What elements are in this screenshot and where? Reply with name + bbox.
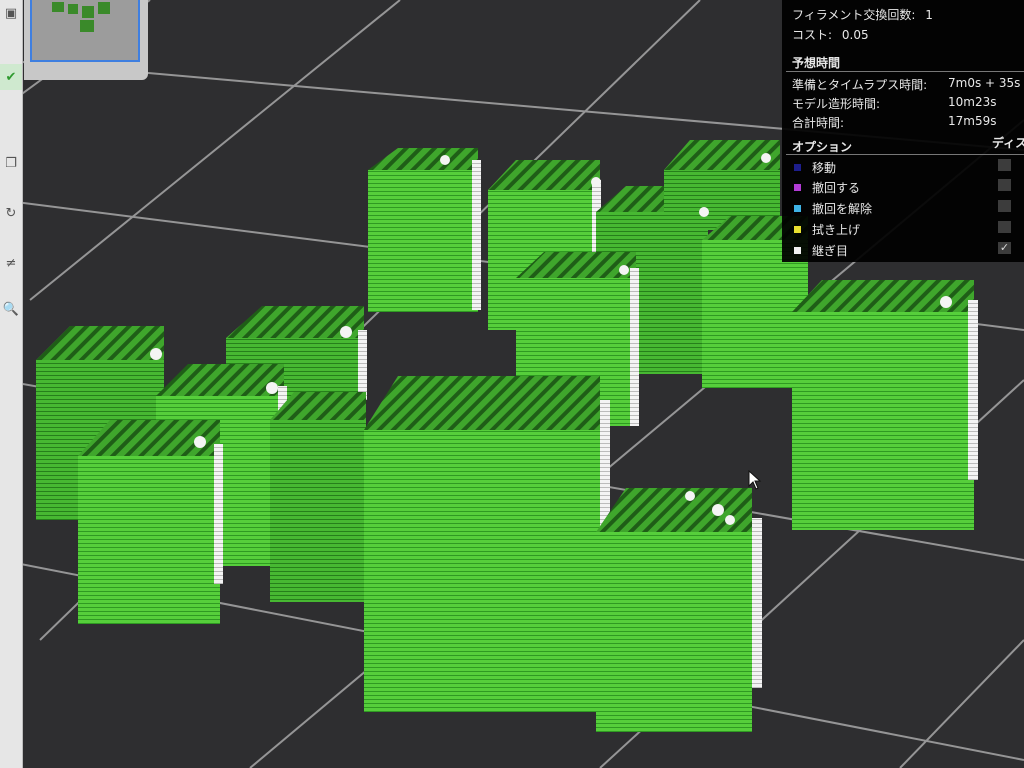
option-label: 拭き上げ (812, 223, 861, 237)
prep-timelapse-label: 準備とタイムラプス時間: (792, 78, 928, 92)
rotate-icon[interactable]: ↻ (0, 200, 22, 226)
display-column-header: ディス (992, 136, 1024, 150)
wipe-color-swatch (794, 226, 801, 233)
filament-change-row: フィラメント交換回数: 1 (792, 6, 933, 23)
sliced-model[interactable] (270, 392, 366, 602)
option-label: 撤回する (812, 181, 861, 195)
support-icon[interactable]: ≠ (0, 250, 22, 276)
option-checkbox[interactable] (998, 221, 1011, 233)
sliced-model[interactable] (364, 376, 610, 712)
divider (786, 154, 1024, 155)
cut-icon[interactable]: ❐ (0, 150, 22, 176)
sliced-model[interactable] (78, 420, 223, 624)
prep-timelapse-value: 7m0s + 35s (948, 76, 1021, 90)
travel-color-swatch (794, 164, 801, 171)
total-time-value: 17m59s (948, 114, 997, 128)
model-print-time-value: 10m23s (948, 95, 997, 109)
layer-view-icon[interactable]: ✔ (0, 64, 22, 90)
divider (786, 71, 1024, 72)
pointer-arrow-icon (748, 470, 762, 490)
filament-change-label: フィラメント交換回数: (792, 8, 916, 22)
thumbnail-models-icon (52, 2, 110, 32)
sliced-model[interactable] (792, 280, 978, 530)
cost-label: コスト: (792, 28, 833, 42)
sliced-model[interactable] (368, 148, 481, 312)
model-print-time-label: モデル造形時間: (792, 97, 881, 111)
plate-thumbnail-frame (30, 0, 140, 62)
plate-thumbnail[interactable] (24, 0, 148, 80)
checkmark-icon[interactable]: ✓ (998, 242, 1011, 254)
total-time-label: 合計時間: (792, 116, 845, 130)
sliced-model[interactable] (596, 488, 762, 732)
option-checkbox[interactable] (998, 179, 1011, 191)
unretract-color-swatch (794, 205, 801, 212)
option-checkbox[interactable] (998, 200, 1011, 212)
cost-row: コスト: 0.05 (792, 26, 869, 43)
seam-color-swatch (794, 247, 801, 254)
options-title: オプション (792, 140, 853, 154)
option-label: 移動 (812, 161, 837, 175)
retract-color-swatch (794, 184, 801, 191)
slice-info-panel: フィラメント交換回数: 1 コスト: 0.05 予想時間 準備とタイムラプス時間… (782, 0, 1024, 262)
option-checkbox[interactable] (998, 159, 1011, 171)
arrange-icon[interactable]: ▣ (0, 0, 22, 26)
option-label: 継ぎ目 (812, 244, 849, 258)
side-toolbar: ▣ ✔ ❐ ↻ ≠ 🔍 (0, 0, 23, 768)
filament-change-value: 1 (925, 8, 933, 22)
cost-value: 0.05 (841, 28, 869, 42)
search-icon[interactable]: 🔍 (0, 296, 22, 322)
option-label: 撤回を解除 (812, 202, 873, 216)
time-section-title: 予想時間 (792, 56, 841, 70)
